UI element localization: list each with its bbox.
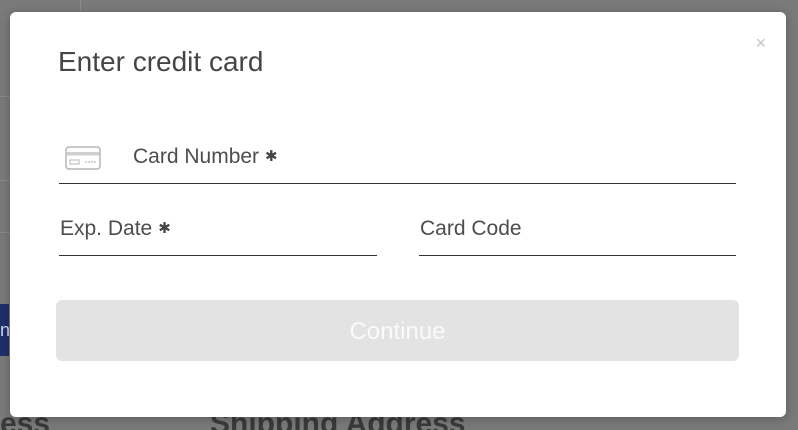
exp-date-field[interactable]: Exp. Date ✱ xyxy=(59,215,377,256)
required-asterisk-icon: ✱ xyxy=(158,220,171,237)
credit-card-modal: × Enter credit card Card Number ✱ Exp. Da… xyxy=(10,12,786,417)
modal-title: Enter credit card xyxy=(58,46,264,77)
card-code-field[interactable]: Card Code xyxy=(419,215,736,256)
card-number-field[interactable]: Card Number ✱ xyxy=(59,143,736,184)
card-code-label: Card Code xyxy=(420,217,522,240)
card-number-label: Card Number ✱ xyxy=(133,145,278,168)
background-submit-button: n xyxy=(0,304,9,356)
credit-card-icon xyxy=(65,146,101,170)
required-asterisk-icon: ✱ xyxy=(265,148,278,165)
continue-button[interactable]: Continue xyxy=(56,300,739,361)
exp-date-label: Exp. Date ✱ xyxy=(60,217,171,240)
close-icon[interactable]: × xyxy=(755,34,766,52)
